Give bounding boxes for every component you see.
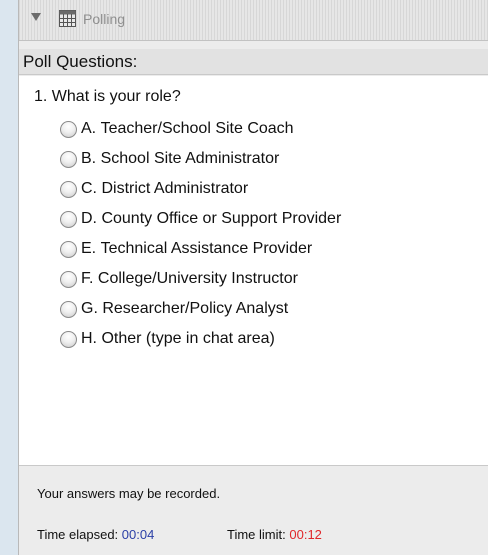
option-label: District Administrator bbox=[101, 180, 249, 197]
radio-icon[interactable] bbox=[60, 210, 77, 228]
radio-icon[interactable] bbox=[60, 180, 77, 198]
option-f[interactable]: F. College/University Instructor bbox=[60, 264, 341, 294]
section-header: Poll Questions: bbox=[19, 49, 488, 75]
option-letter: A. bbox=[81, 120, 97, 137]
option-e[interactable]: E. Technical Assistance Provider bbox=[60, 234, 341, 264]
time-elapsed-label: Time elapsed: bbox=[37, 527, 119, 542]
radio-icon[interactable] bbox=[60, 120, 77, 138]
option-label: County Office or Support Provider bbox=[101, 210, 342, 227]
option-letter: D. bbox=[81, 210, 97, 227]
time-limit-label: Time limit: bbox=[227, 527, 286, 542]
question-text: 1. What is your role? bbox=[34, 88, 181, 105]
option-label: School Site Administrator bbox=[100, 150, 280, 167]
option-h[interactable]: H. Other (type in chat area) bbox=[60, 324, 341, 354]
panel-title: Polling bbox=[83, 11, 126, 27]
option-b[interactable]: B. School Site Administrator bbox=[60, 144, 341, 174]
option-letter: H. bbox=[81, 330, 97, 347]
option-letter: B. bbox=[81, 150, 97, 167]
polling-panel: Polling Poll Questions: 1. What is your … bbox=[18, 0, 488, 555]
disclosure-triangle-icon[interactable] bbox=[31, 13, 41, 21]
option-a[interactable]: A. Teacher/School Site Coach bbox=[60, 114, 341, 144]
option-label: Teacher/School Site Coach bbox=[100, 120, 294, 137]
option-label: College/University Instructor bbox=[97, 270, 298, 287]
option-label: Other (type in chat area) bbox=[101, 330, 275, 347]
radio-icon[interactable] bbox=[60, 240, 77, 258]
option-label: Researcher/Policy Analyst bbox=[102, 300, 289, 317]
radio-icon[interactable] bbox=[60, 270, 77, 288]
option-c[interactable]: C. District Administrator bbox=[60, 174, 341, 204]
time-elapsed-value: 00:04 bbox=[121, 527, 155, 542]
option-label: Technical Assistance Provider bbox=[100, 240, 313, 257]
radio-icon[interactable] bbox=[60, 150, 77, 168]
option-letter: C. bbox=[81, 180, 97, 197]
option-d[interactable]: D. County Office or Support Provider bbox=[60, 204, 341, 234]
option-letter: F. bbox=[81, 270, 94, 287]
record-notice: Your answers may be recorded. bbox=[37, 486, 221, 501]
poll-content: 1. What is your role? A. Teacher/School … bbox=[19, 76, 488, 466]
option-g[interactable]: G. Researcher/Policy Analyst bbox=[60, 294, 341, 324]
panel-titlebar[interactable]: Polling bbox=[19, 0, 488, 41]
option-letter: G. bbox=[81, 300, 98, 317]
time-limit: Time limit: 00:12 bbox=[227, 527, 322, 542]
time-limit-value: 00:12 bbox=[289, 527, 322, 542]
option-list: A. Teacher/School Site Coach B. School S… bbox=[60, 114, 341, 354]
time-elapsed: Time elapsed: 00:04 bbox=[37, 527, 154, 542]
grid-icon bbox=[59, 10, 76, 27]
option-letter: E. bbox=[81, 240, 97, 257]
radio-icon[interactable] bbox=[60, 300, 77, 318]
radio-icon[interactable] bbox=[60, 330, 77, 348]
